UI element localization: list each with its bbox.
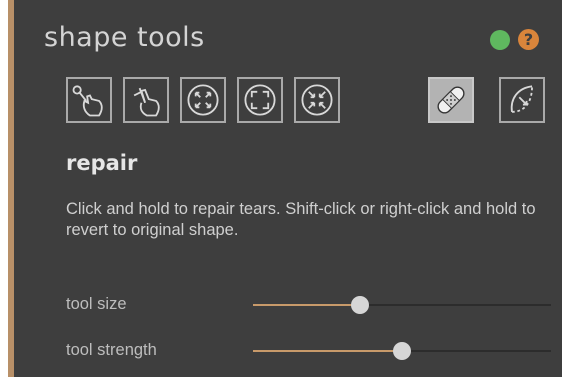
warp-tool-icon bbox=[510, 85, 533, 113]
help-icon[interactable]: ? bbox=[518, 29, 539, 50]
panel-title: shape tools bbox=[44, 22, 205, 53]
slider-label: tool strength bbox=[66, 341, 157, 359]
tool-button-repair[interactable] bbox=[428, 77, 474, 123]
current-tool-name: repair bbox=[66, 151, 138, 175]
slider-track[interactable] bbox=[253, 296, 551, 314]
status-indicator bbox=[490, 30, 510, 50]
push-tool-icon bbox=[133, 87, 160, 117]
pull-tool-icon bbox=[72, 85, 103, 117]
slider-knob[interactable] bbox=[393, 342, 411, 360]
tool-button-push[interactable] bbox=[123, 77, 169, 123]
tool-button-warp[interactable] bbox=[499, 77, 545, 123]
slider-tool-size: tool size bbox=[66, 292, 556, 322]
slider-knob[interactable] bbox=[351, 296, 370, 314]
contract-tool-icon bbox=[301, 84, 333, 116]
slider-label: tool size bbox=[66, 295, 127, 313]
slider-tool-strength: tool strength bbox=[66, 338, 556, 368]
slider-fill bbox=[253, 304, 361, 306]
slider-track[interactable] bbox=[253, 342, 551, 360]
slider-fill bbox=[253, 350, 402, 352]
expand-all-tool-icon bbox=[244, 84, 276, 116]
expand-tool-icon bbox=[187, 84, 219, 116]
tool-button-pull[interactable] bbox=[66, 77, 112, 123]
shape-tools-panel: shape tools ? repair Click and hold to r… bbox=[8, 0, 562, 377]
tool-button-expand-all[interactable] bbox=[237, 77, 283, 123]
repair-bandage-tool-icon bbox=[437, 86, 465, 114]
current-tool-description: Click and hold to repair tears. Shift-cl… bbox=[66, 200, 536, 239]
tool-button-contract[interactable] bbox=[294, 77, 340, 123]
tool-button-expand[interactable] bbox=[180, 77, 226, 123]
